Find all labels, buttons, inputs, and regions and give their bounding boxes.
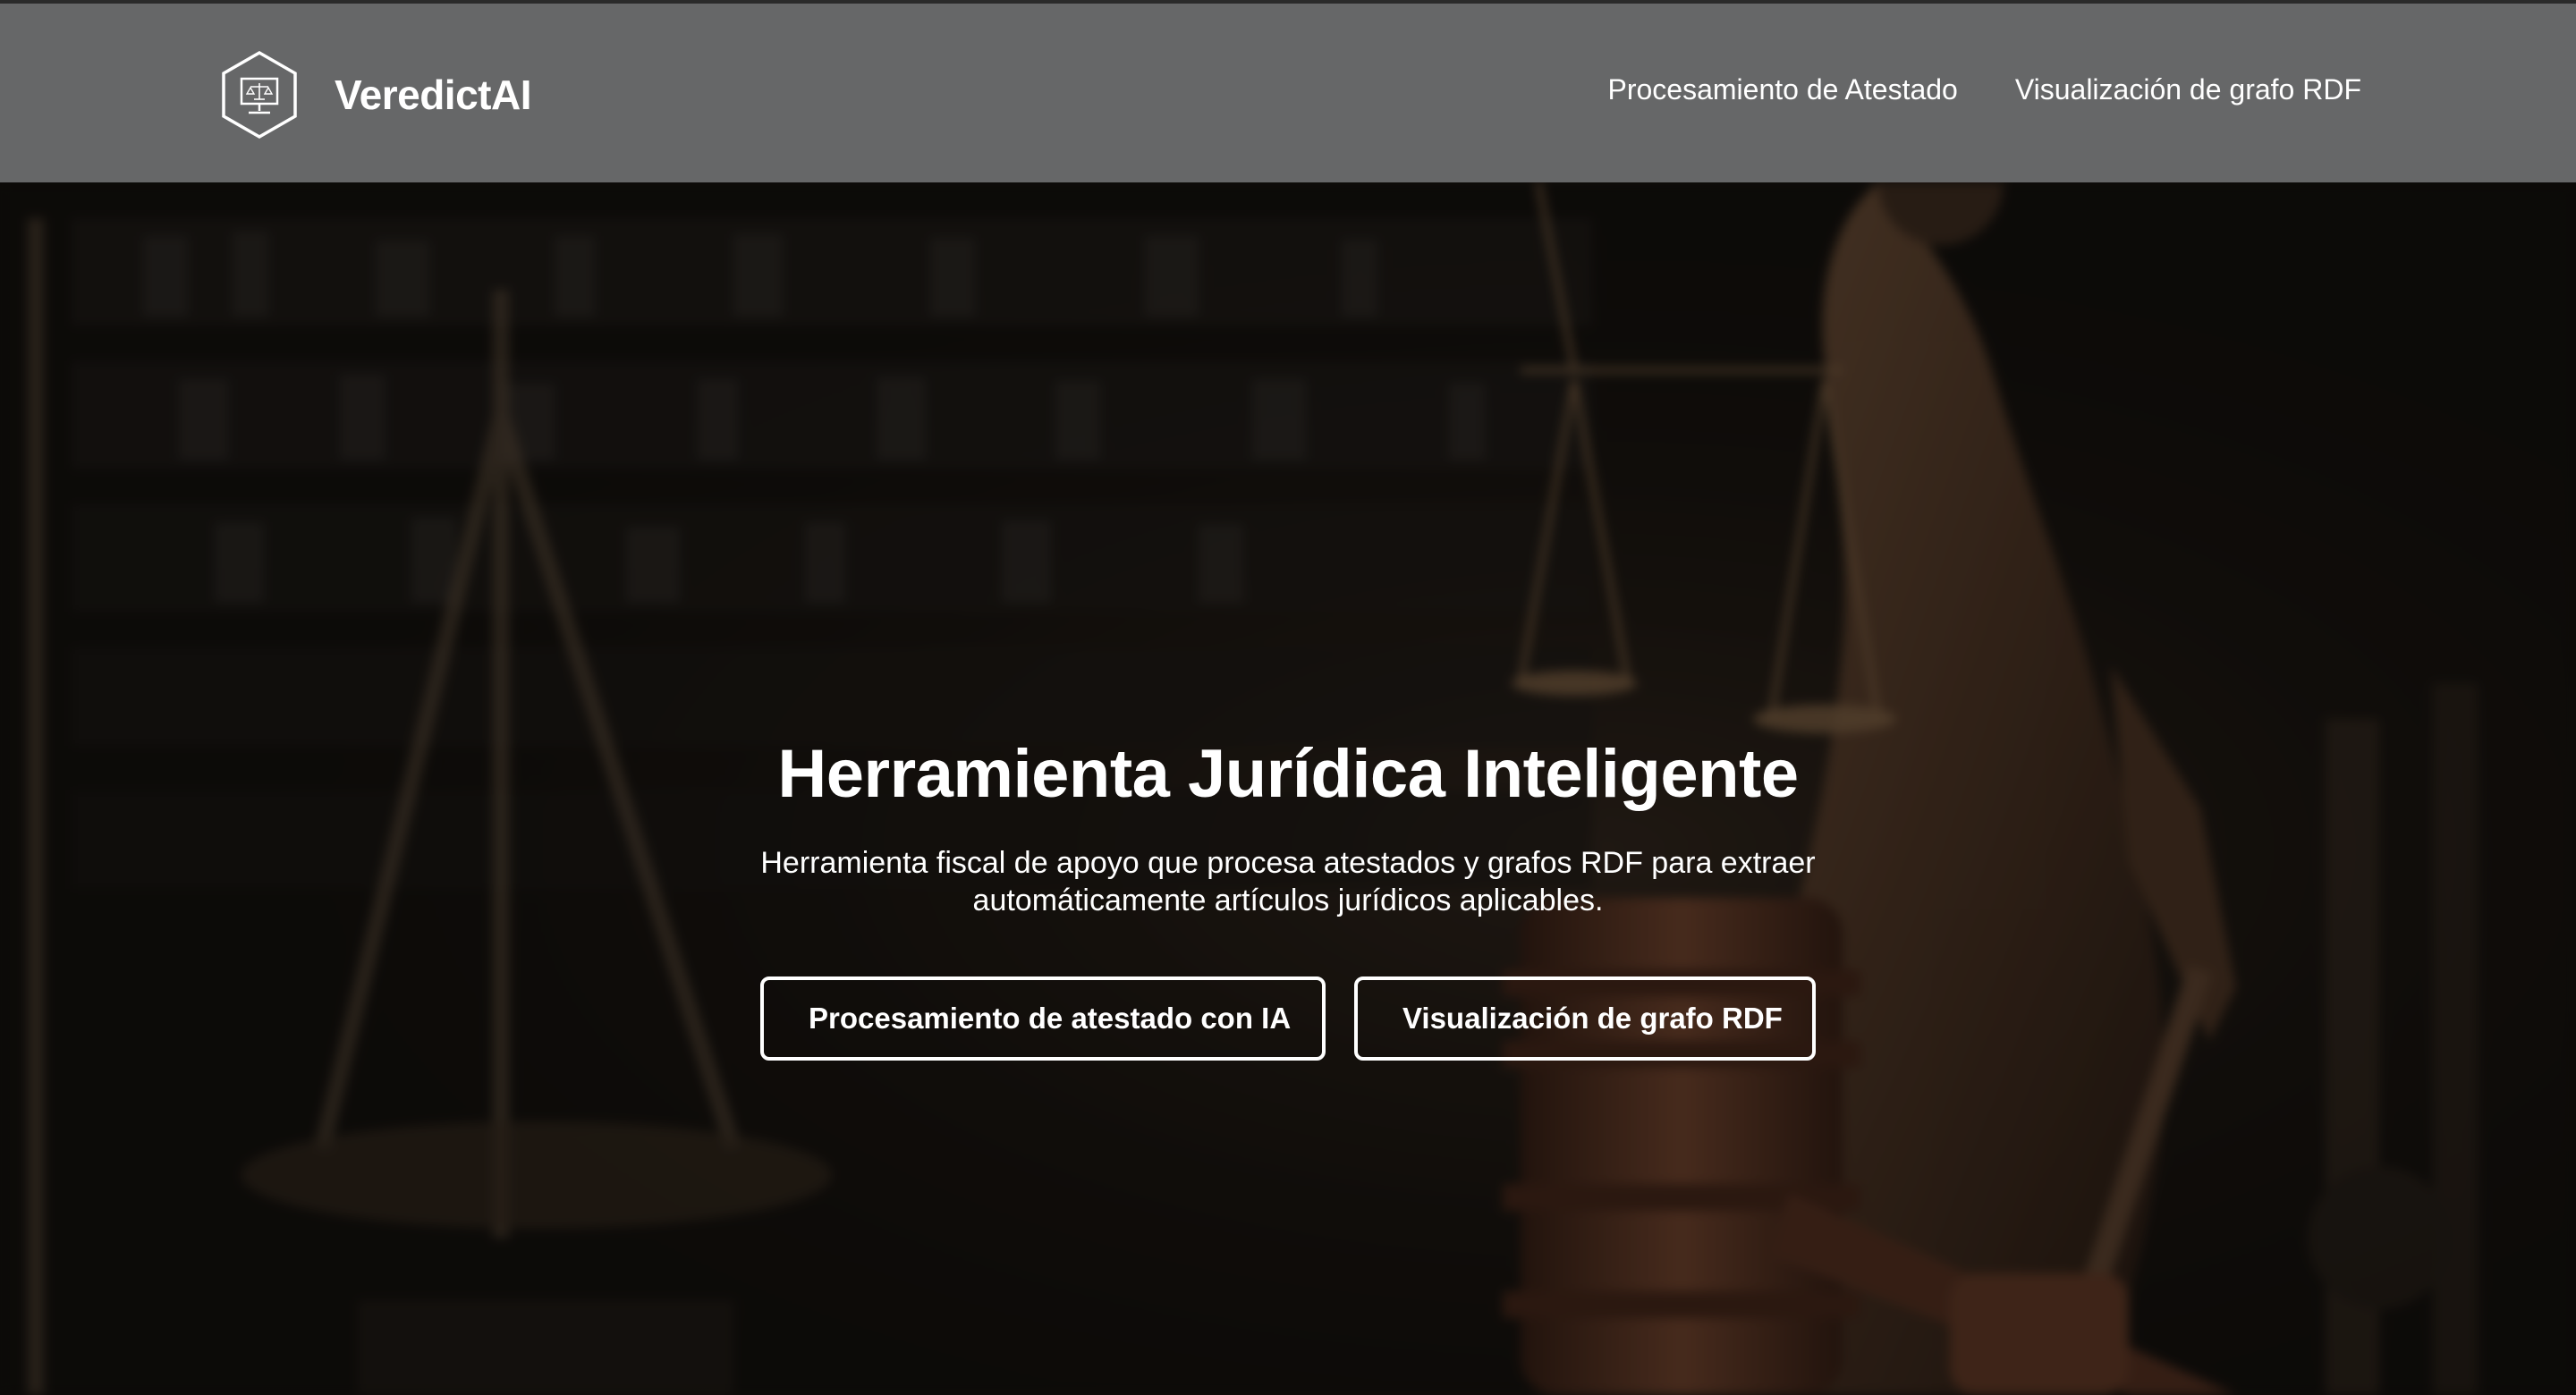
hero-subtitle: Herramienta fiscal de apoyo que procesa … [760,845,1816,917]
visualizacion-grafo-rdf-button[interactable]: Visualización de grafo RDF [1354,976,1816,1061]
hero-title: Herramienta Jurídica Inteligente [777,736,1799,812]
nav-link-procesamiento-atestado[interactable]: Procesamiento de Atestado [1607,73,1957,106]
procesamiento-atestado-ia-button[interactable]: Procesamiento de atestado con IA [760,976,1326,1061]
nav-link-visualizacion-grafo-rdf[interactable]: Visualización de grafo RDF [2015,73,2361,106]
nav-links: Procesamiento de Atestado Visualización … [1607,73,2361,106]
brand-name: VeredictAI [335,72,532,118]
hero-buttons: Procesamiento de atestado con IA Visuali… [0,976,2576,1061]
brand-link[interactable]: VeredictAI [220,50,532,140]
hero-content: Herramienta Jurídica Inteligente Herrami… [0,737,2576,1061]
top-navbar: VeredictAI Procesamiento de Atestado Vis… [0,0,2576,182]
hero-section: Herramienta Jurídica Inteligente Herrami… [0,182,2576,1395]
monitor-in-hexagon-icon [222,50,297,140]
page: VeredictAI Procesamiento de Atestado Vis… [0,0,2576,1395]
